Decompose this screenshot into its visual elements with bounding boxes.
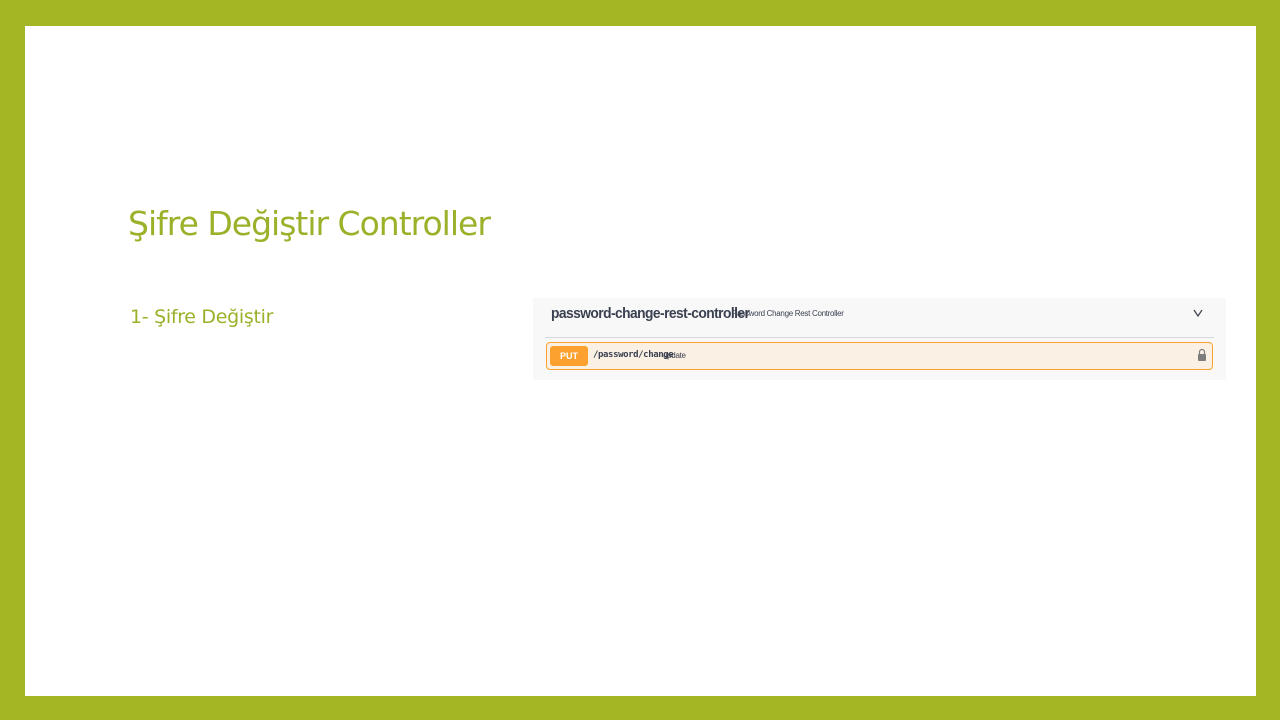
header-divider <box>545 337 1214 338</box>
lock-icon[interactable] <box>1197 348 1207 362</box>
operation-path: /password/change <box>593 350 674 360</box>
controller-header[interactable]: password-change-rest-controller Password… <box>533 298 1226 338</box>
slide: Şifre Değiştir Controller 1- Şifre Değiş… <box>25 26 1256 696</box>
http-method-badge: PUT <box>550 346 588 366</box>
chevron-down-icon[interactable] <box>1190 306 1206 320</box>
bullet-item: 1- Şifre Değiştir <box>130 306 274 328</box>
controller-name: password-change-rest-controller <box>551 305 750 322</box>
slide-title: Şifre Değiştir Controller <box>128 204 491 243</box>
operation-put-password-change[interactable]: PUT /password/change update <box>546 342 1213 370</box>
operation-summary: update <box>663 351 686 360</box>
controller-description: Password Change Rest Controller <box>732 309 844 318</box>
swagger-screenshot: password-change-rest-controller Password… <box>533 298 1226 380</box>
